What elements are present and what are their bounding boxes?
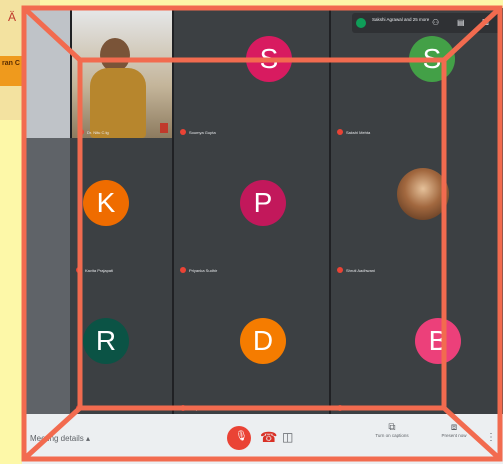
tile-video-1[interactable]: Dr. Nitu C.tg [72, 8, 172, 138]
tile-shruti[interactable]: Shruti Aadhwani [331, 138, 503, 276]
tile-left-top [22, 8, 70, 138]
avatar: B [415, 318, 461, 364]
mic-off-icon [76, 267, 82, 273]
participants-info[interactable]: Sakshi Agrawal and 25 more [352, 13, 502, 33]
people-icon [356, 18, 366, 28]
avatar: P [240, 180, 286, 226]
captions-button[interactable]: ⧉ Turn on captions [372, 422, 412, 438]
mic-off-icon: 🎙 [235, 431, 248, 442]
chat-icon[interactable]: ▤ [457, 18, 467, 28]
tile-name: Dr. Nitu C.tg [78, 129, 109, 135]
tile-name: Kavita Prajapati [76, 267, 113, 273]
end-call-icon[interactable]: ☎ [260, 429, 277, 446]
activities-icon[interactable]: ⚃ [482, 18, 492, 28]
tile-deepika[interactable]: D Deepika saxena [174, 276, 329, 414]
meet-window: Dr. Nitu C.tg S Soumya Gupta S Sakshi Me… [22, 8, 503, 464]
avatar: D [240, 318, 286, 364]
slide-mark: Ä [8, 10, 17, 24]
people-icon[interactable]: ⚇ [432, 18, 442, 28]
tile-name: Bhumika Vadhar [337, 405, 375, 411]
camera-icon[interactable]: ◫ [282, 430, 293, 444]
person-head [100, 38, 130, 72]
tile-bhumika[interactable]: B Bhumika Vadhar [331, 276, 503, 414]
mic-off-icon [337, 129, 343, 135]
tile-name: Deepika saxena [180, 405, 218, 411]
present-icon: ⧈ [450, 422, 458, 433]
more-icon[interactable]: ⋮ [486, 432, 496, 443]
tile-name: Soumya Gupta [180, 129, 216, 135]
avatar: R [83, 318, 129, 364]
bottom-bar: Meeting details ▴ 🎙 ☎ ◫ ⧉ Turn on captio… [22, 414, 503, 464]
mic-button[interactable]: 🎙 [227, 426, 251, 450]
avatar: S [409, 36, 455, 82]
profile-photo [397, 168, 449, 220]
mic-off-icon [78, 129, 84, 135]
present-button[interactable]: ⧈ Present now [434, 422, 474, 438]
mic-off-icon [180, 129, 186, 135]
tile-kavita[interactable]: K Kavita Prajapati [70, 138, 172, 276]
tile-name: Priyanka Sudhir [180, 267, 217, 273]
mic-off-icon [76, 405, 82, 411]
avatar: K [83, 180, 129, 226]
mic-off-icon [337, 405, 343, 411]
mic-off-icon [180, 405, 186, 411]
tile-roshani[interactable]: R Roshani Malhotra [70, 276, 172, 414]
tile-name: Shruti Aadhwani [337, 267, 375, 273]
tile-priyanka[interactable]: P Priyanka Sudhir [174, 138, 329, 276]
tile-name: Roshani Malhotra [76, 405, 116, 411]
mic-off-icon [180, 267, 186, 273]
mic-off-icon [337, 267, 343, 273]
avatar: S [246, 36, 292, 82]
person-body [90, 68, 146, 138]
red-object [160, 123, 168, 133]
meeting-details-link[interactable]: Meeting details ▴ [30, 434, 90, 443]
captions-icon: ⧉ [388, 422, 396, 433]
chevron-up-icon: ▴ [86, 434, 91, 443]
tile-name: Sakshi Mehta [337, 129, 370, 135]
tile-soumya[interactable]: S Soumya Gupta [174, 8, 329, 138]
